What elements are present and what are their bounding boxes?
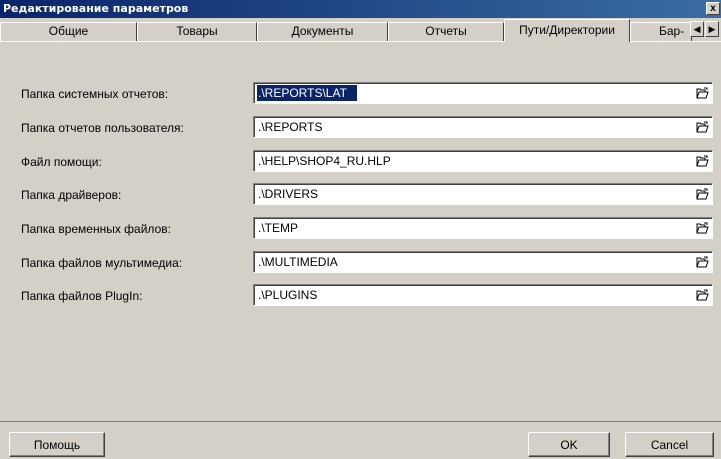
row-temp: Папка временных файлов: [0, 217, 721, 239]
plugins-input[interactable] [257, 287, 687, 303]
row-plugins: Папка файлов PlugIn: [0, 284, 721, 306]
field-label: Файл помощи: [21, 155, 102, 169]
tab-goods[interactable]: Товары [137, 22, 257, 41]
tab-documents[interactable]: Документы [257, 22, 388, 41]
tab-general[interactable]: Общие [0, 22, 137, 41]
path-field [253, 217, 713, 239]
paths-panel: Папка системных отчетов: Папка отчетов п… [0, 41, 721, 421]
cancel-button[interactable]: Cancel [625, 432, 714, 457]
folder-open-icon[interactable] [694, 287, 710, 303]
path-field [253, 116, 713, 138]
tab-scroll-right-icon[interactable]: ▶ [705, 21, 719, 37]
tab-scroll-left-icon[interactable]: ◀ [690, 21, 704, 37]
tab-paths[interactable]: Пути/Директории [504, 19, 630, 42]
help-button[interactable]: Помощь [9, 432, 105, 457]
system-reports-input[interactable] [257, 85, 357, 101]
temp-input[interactable] [257, 220, 687, 236]
dialog-button-bar: Помощь OK Cancel [0, 421, 721, 459]
field-label: Папка временных файлов: [21, 222, 171, 236]
row-multimedia: Папка файлов мультимедиа: [0, 251, 721, 273]
folder-open-icon[interactable] [694, 186, 710, 202]
window-title: Редактирование параметров [3, 2, 189, 15]
user-reports-input[interactable] [257, 119, 687, 135]
folder-open-icon[interactable] [694, 85, 710, 101]
folder-open-icon[interactable] [694, 254, 710, 270]
field-label: Папка драйверов: [21, 188, 122, 202]
drivers-input[interactable] [257, 186, 687, 202]
row-help-file: Файл помощи: [0, 150, 721, 172]
path-field [253, 183, 713, 205]
row-user-reports: Папка отчетов пользователя: [0, 116, 721, 138]
row-drivers: Папка драйверов: [0, 183, 721, 205]
row-system-reports: Папка системных отчетов: [0, 82, 721, 104]
ok-button[interactable]: OK [528, 432, 610, 457]
tab-barcode[interactable]: Бар- [630, 22, 692, 41]
parameters-dialog: Редактирование параметров x Общие Товары… [0, 0, 721, 459]
title-bar[interactable]: Редактирование параметров x [0, 0, 721, 18]
path-field [253, 150, 713, 172]
tab-reports[interactable]: Отчеты [388, 22, 504, 41]
path-field [253, 284, 713, 306]
multimedia-input[interactable] [257, 254, 687, 270]
help-file-input[interactable] [257, 153, 687, 169]
field-label: Папка отчетов пользователя: [21, 121, 184, 135]
field-label: Папка системных отчетов: [21, 87, 169, 101]
field-label: Папка файлов мультимедиа: [21, 256, 183, 270]
folder-open-icon[interactable] [694, 220, 710, 236]
field-label: Папка файлов PlugIn: [21, 289, 143, 303]
close-button[interactable]: x [706, 2, 720, 15]
path-field [253, 251, 713, 273]
folder-open-icon[interactable] [694, 153, 710, 169]
folder-open-icon[interactable] [694, 119, 710, 135]
path-field [253, 82, 713, 104]
tab-strip: Общие Товары Документы Отчеты Пути/Дирек… [0, 19, 721, 42]
